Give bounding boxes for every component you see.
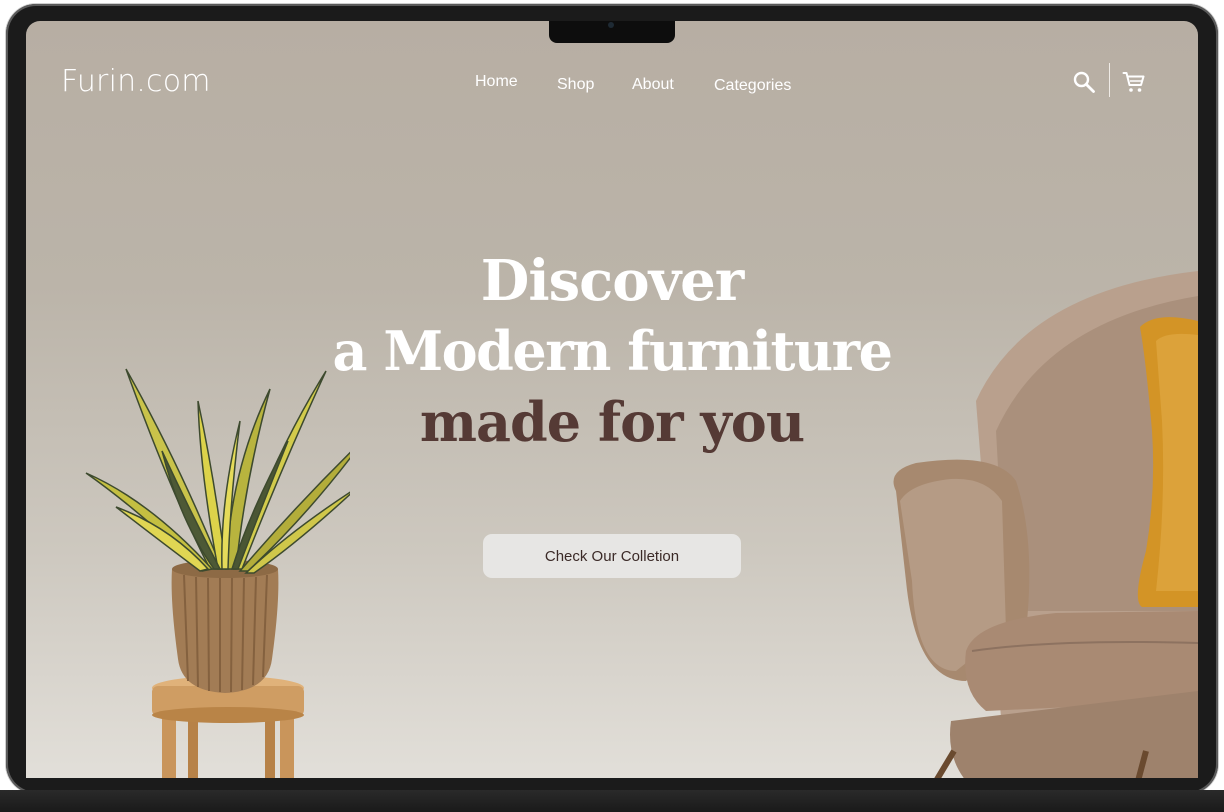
armchair-image [893,271,1198,778]
nav-about[interactable]: About [632,76,674,94]
nav-home[interactable]: Home [475,73,518,91]
nav-categories[interactable]: Categories [714,77,791,95]
check-collection-button[interactable]: Check Our Colletion [483,534,741,578]
cart-icon[interactable] [1122,70,1146,94]
site-logo[interactable]: Furin.com [61,64,211,99]
search-icon[interactable] [1072,70,1096,94]
laptop-base [0,790,1224,812]
nav-shop[interactable]: Shop [557,76,594,94]
plant-on-stool-image [85,368,350,778]
camera-notch [549,21,675,43]
website-screen: Furin.com Home Shop About Categories Dis… [26,21,1198,778]
header-divider [1109,63,1110,97]
webcam-icon [608,22,614,28]
